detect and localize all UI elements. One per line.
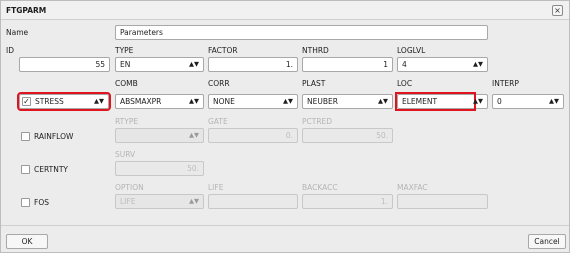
surv-label: SURV (115, 150, 136, 159)
option-label: OPTION (115, 183, 144, 192)
interp-label: INTERP (492, 79, 519, 88)
certnty-label: CERTNTY (34, 165, 68, 174)
rtype-label: RTYPE (115, 117, 139, 126)
corr-select[interactable]: NONE ▲▼ (208, 94, 298, 109)
corr-label: CORR (208, 79, 230, 88)
updown-arrow-icon: ▲▼ (189, 60, 199, 68)
title-bar: FTGPARM × (1, 1, 569, 20)
option-select[interactable]: LIFE ▲▼ (115, 194, 204, 209)
name-field[interactable]: Parameters (115, 25, 488, 40)
fos-checkbox[interactable] (21, 198, 30, 207)
life-field[interactable] (208, 194, 298, 209)
updown-arrow-icon: ▲▼ (189, 131, 199, 139)
id-label: ID (6, 46, 14, 55)
surv-field[interactable]: 50. (115, 161, 204, 176)
certnty-checkbox[interactable] (21, 165, 30, 174)
loglvl-label: LOGLVL (397, 46, 426, 55)
id-field[interactable]: 55 (19, 57, 110, 72)
loglvl-select[interactable]: 4 ▲▼ (397, 57, 488, 72)
loglvl-select-value: 4 (402, 60, 407, 69)
loc-label: LOC (397, 79, 413, 88)
backacc-field[interactable]: 1. (302, 194, 393, 209)
stress-toggle[interactable]: ✓ STRESS ▲▼ (17, 92, 111, 111)
type-select-value: EN (120, 60, 131, 69)
comb-select[interactable]: ABSMAXPR ▲▼ (115, 94, 204, 109)
updown-arrow-icon: ▲▼ (283, 97, 293, 105)
stress-label: STRESS (35, 97, 64, 106)
factor-label: FACTOR (208, 46, 238, 55)
interp-select[interactable]: 0 ▲▼ (492, 94, 564, 109)
plast-select[interactable]: NEUBER ▲▼ (302, 94, 393, 109)
pctred-label: PCTRED (302, 117, 333, 126)
rainflow-label: RAINFLOW (34, 132, 74, 141)
corr-select-value: NONE (213, 97, 235, 106)
updown-arrow-icon: ▲▼ (189, 197, 199, 205)
fos-label: FOS (34, 198, 49, 207)
loc-highlight (395, 92, 476, 111)
rtype-select[interactable]: ▲▼ (115, 128, 204, 143)
maxfac-label: MAXFAC (397, 183, 428, 192)
backacc-label: BACKACC (302, 183, 338, 192)
factor-field[interactable]: 1. (208, 57, 298, 72)
updown-arrow-icon: ▲▼ (378, 97, 388, 105)
stress-checkbox[interactable]: ✓ (22, 97, 31, 106)
pctred-field[interactable]: 50. (302, 128, 393, 143)
gate-field[interactable]: 0. (208, 128, 298, 143)
comb-label: COMB (115, 79, 138, 88)
comb-select-value: ABSMAXPR (120, 97, 162, 106)
updown-arrow-icon: ▲▼ (473, 60, 483, 68)
window-title: FTGPARM (6, 6, 47, 15)
updown-arrow-icon: ▲▼ (94, 97, 104, 105)
plast-select-value: NEUBER (307, 97, 338, 106)
option-select-value: LIFE (120, 197, 136, 206)
life-label: LIFE (208, 183, 224, 192)
name-label: Name (6, 28, 29, 37)
close-icon[interactable]: × (552, 5, 563, 16)
rainflow-checkbox[interactable] (21, 132, 30, 141)
maxfac-field[interactable] (397, 194, 488, 209)
updown-arrow-icon: ▲▼ (473, 97, 483, 105)
ok-button[interactable]: OK (6, 234, 48, 249)
footer-divider (1, 225, 569, 226)
ftgparm-dialog: FTGPARM × Name Parameters ID TYPE FACTOR… (0, 0, 570, 253)
loc-select[interactable]: ELEMENT ▲▼ (395, 92, 488, 111)
gate-label: GATE (208, 117, 228, 126)
updown-arrow-icon: ▲▼ (549, 97, 559, 105)
type-select[interactable]: EN ▲▼ (115, 57, 204, 72)
cancel-button[interactable]: Cancel (528, 234, 566, 249)
plast-label: PLAST (302, 79, 326, 88)
nthrd-field[interactable]: 1 (302, 57, 393, 72)
nthrd-label: NTHRD (302, 46, 329, 55)
interp-select-value: 0 (497, 97, 502, 106)
updown-arrow-icon: ▲▼ (189, 97, 199, 105)
type-label: TYPE (115, 46, 134, 55)
